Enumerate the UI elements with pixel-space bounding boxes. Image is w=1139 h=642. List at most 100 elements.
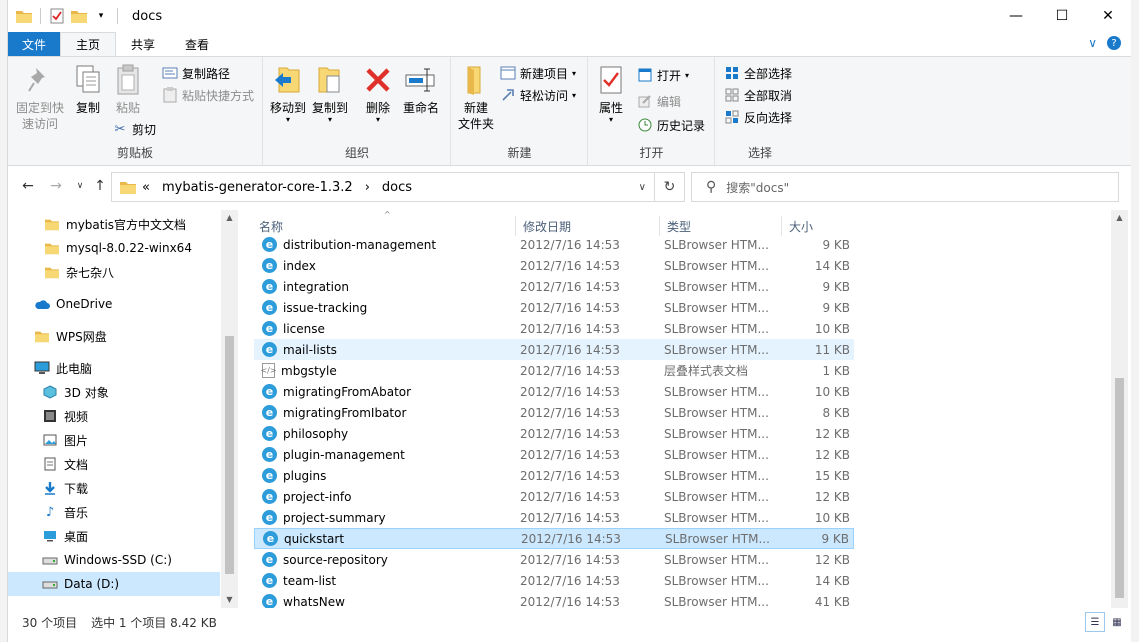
new-folder-button[interactable]: 新建 文件夹 xyxy=(456,63,496,132)
nav-item[interactable]: OneDrive xyxy=(34,292,112,316)
file-list-scrollbar[interactable]: ▲ xyxy=(1111,210,1128,608)
file-row[interactable]: e team-list 2012/7/16 14:53 SLBrowser HTM..… xyxy=(254,570,854,591)
file-row[interactable]: e plugin-management 2012/7/16 14:53 SLBrows… xyxy=(254,444,854,465)
file-row[interactable]: e license 2012/7/16 14:53 SLBrowser HTM... 1… xyxy=(254,318,854,339)
file-row[interactable]: e philosophy 2012/7/16 14:53 SLBrowser HTM.… xyxy=(254,423,854,444)
help-icon[interactable]: ? xyxy=(1107,36,1121,50)
column-header-name[interactable]: 名称 xyxy=(254,216,516,236)
file-row[interactable]: e issue-tracking 2012/7/16 14:53 SLBrowser … xyxy=(254,297,854,318)
copy-path-button[interactable]: 复制路径 xyxy=(162,63,230,83)
search-input[interactable]: 搜索"docs" xyxy=(726,179,789,196)
new-folder-icon[interactable] xyxy=(71,8,87,24)
scroll-up-icon[interactable]: ▲ xyxy=(221,210,238,226)
scroll-down-icon[interactable]: ▼ xyxy=(221,592,238,608)
customize-toolbar-dropdown-icon[interactable]: ▾ xyxy=(93,8,109,24)
scrollbar-thumb[interactable] xyxy=(1115,378,1124,598)
file-row[interactable]: e project-summary 2012/7/16 14:53 SLBrowser… xyxy=(254,507,854,528)
file-type: SLBrowser HTM... xyxy=(664,405,769,420)
tab-file[interactable]: 文件 xyxy=(8,32,61,56)
file-type: SLBrowser HTM... xyxy=(664,552,769,567)
file-row[interactable]: e project-info 2012/7/16 14:53 SLBrowser HT… xyxy=(254,486,854,507)
paste-button[interactable]: 粘贴 xyxy=(110,63,146,116)
file-row[interactable]: e distribution-management 2012/7/16 14:53 S… xyxy=(254,234,854,255)
move-to-button[interactable]: 移动到 ▾ xyxy=(268,63,308,124)
file-name: integration xyxy=(283,279,349,294)
nav-item[interactable]: 文档 xyxy=(42,452,88,476)
nav-item[interactable]: WPS网盘 xyxy=(34,324,107,348)
nav-item[interactable]: 杂七杂八 xyxy=(44,260,114,284)
column-header-size[interactable]: 大小 xyxy=(784,216,854,236)
properties-check-icon[interactable] xyxy=(49,8,65,24)
file-row[interactable]: e mail-lists 2012/7/16 14:53 SLBrowser HTM.… xyxy=(254,339,854,360)
file-row[interactable]: e integration 2012/7/16 14:53 SLBrowser HTM… xyxy=(254,276,854,297)
easy-access-button[interactable]: 轻松访问 ▾ xyxy=(500,85,576,105)
nav-item[interactable]: 此电脑 xyxy=(34,356,92,380)
nav-item[interactable]: 图片 xyxy=(42,428,88,452)
file-row[interactable]: e plugins 2012/7/16 14:53 SLBrowser HTM... 1… xyxy=(254,465,854,486)
tab-view[interactable]: 查看 xyxy=(170,32,224,56)
nav-scrollbar[interactable]: ▲ ▼ xyxy=(221,210,238,608)
nav-item[interactable]: 视频 xyxy=(42,404,88,428)
file-row[interactable]: e migratingFromAbator 2012/7/16 14:53 SLBro… xyxy=(254,381,854,402)
file-row[interactable]: e source-repository 2012/7/16 14:53 SLBrows… xyxy=(254,549,854,570)
minimize-button[interactable]: — xyxy=(993,0,1039,32)
details-view-icon[interactable]: ☰ xyxy=(1085,612,1105,632)
column-header-date[interactable]: 修改日期 xyxy=(518,216,660,236)
file-name: project-info xyxy=(283,489,352,504)
nav-item[interactable]: 下载 xyxy=(42,476,88,500)
search-box[interactable]: ⚲ 搜索"docs" xyxy=(691,172,1119,202)
select-all-button[interactable]: 全部选择 xyxy=(724,63,792,83)
file-row[interactable]: e whatsNew 2012/7/16 14:53 SLBrowser HTM...… xyxy=(254,591,854,608)
file-name: plugin-management xyxy=(283,447,405,462)
column-header-type[interactable]: 类型 xyxy=(662,216,782,236)
collapse-ribbon-icon[interactable]: ∨ xyxy=(1088,36,1097,50)
back-arrow-icon[interactable]: ← xyxy=(20,178,36,194)
breadcrumb-separator[interactable]: › xyxy=(365,180,370,195)
breadcrumb-overflow[interactable]: « xyxy=(142,180,150,195)
tab-home[interactable]: 主页 xyxy=(60,32,117,56)
new-item-button[interactable]: 新建项目 ▾ xyxy=(500,63,576,83)
scrollbar-thumb[interactable] xyxy=(225,336,234,574)
nav-item[interactable]: 桌面 xyxy=(42,524,88,548)
nav-item[interactable]: mybatis官方中文文档 xyxy=(44,212,186,236)
edit-button[interactable]: 编辑 xyxy=(637,91,681,111)
invert-selection-button[interactable]: 反向选择 xyxy=(724,107,792,127)
tab-share[interactable]: 共享 xyxy=(116,32,170,56)
history-button[interactable]: 历史记录 xyxy=(637,115,705,135)
delete-button[interactable]: 删除 ▾ xyxy=(362,63,394,124)
file-row[interactable]: e index 2012/7/16 14:53 SLBrowser HTM... 14 … xyxy=(254,255,854,276)
refresh-icon[interactable]: ↻ xyxy=(655,172,685,202)
file-row[interactable]: e quickstart 2012/7/16 14:53 SLBrowser HTM.… xyxy=(254,528,854,549)
address-dropdown-icon[interactable]: ∨ xyxy=(639,182,646,193)
file-name: mail-lists xyxy=(283,342,337,357)
paste-shortcut-button[interactable]: 粘贴快捷方式 xyxy=(162,85,254,105)
nav-item[interactable]: ♪ 音乐 xyxy=(42,500,88,524)
forward-arrow-icon[interactable]: → xyxy=(48,178,64,194)
maximize-button[interactable]: ☐ xyxy=(1039,0,1085,32)
browser-html-file-icon: e xyxy=(262,300,277,315)
up-arrow-icon[interactable]: ↑ xyxy=(92,178,108,194)
address-bar[interactable]: « mybatis-generator-core-1.3.2 › docs ∨ xyxy=(111,172,655,202)
nav-item[interactable]: Windows-SSD (C:) xyxy=(42,548,172,572)
breadcrumb-item[interactable]: docs xyxy=(382,180,412,195)
file-date: 2012/7/16 14:53 xyxy=(520,594,620,609)
item-count: 30 个项目 xyxy=(22,615,78,630)
scroll-up-icon[interactable]: ▲ xyxy=(1111,210,1128,226)
nav-item[interactable]: 3D 对象 xyxy=(42,380,109,404)
rename-button[interactable]: 重命名 xyxy=(400,63,442,116)
cut-button[interactable]: ✂ 剪切 xyxy=(112,119,156,139)
pin-quick-access-button[interactable]: 固定到快 速访问 xyxy=(14,63,66,132)
close-button[interactable]: ✕ xyxy=(1085,0,1131,32)
file-row[interactable]: e migratingFromIbator 2012/7/16 14:53 SLBro… xyxy=(254,402,854,423)
large-icons-view-icon[interactable]: ▦ xyxy=(1107,612,1127,632)
file-row[interactable]: </> mbgstyle 2012/7/16 14:53 层叠样式表文档 1 KB xyxy=(254,360,854,381)
copy-to-button[interactable]: 复制到 ▾ xyxy=(310,63,350,124)
copy-button[interactable]: 复制 xyxy=(70,63,106,116)
nav-item[interactable]: Data (D:) xyxy=(8,572,220,596)
nav-item[interactable]: mysql-8.0.22-winx64 xyxy=(44,236,192,260)
recent-locations-chevron-icon[interactable]: ∨ xyxy=(72,178,88,194)
open-button[interactable]: 打开 ▾ xyxy=(637,65,689,85)
breadcrumb-item[interactable]: mybatis-generator-core-1.3.2 xyxy=(162,180,353,195)
select-none-button[interactable]: 全部取消 xyxy=(724,85,792,105)
properties-button[interactable]: 属性 ▾ xyxy=(595,63,627,124)
